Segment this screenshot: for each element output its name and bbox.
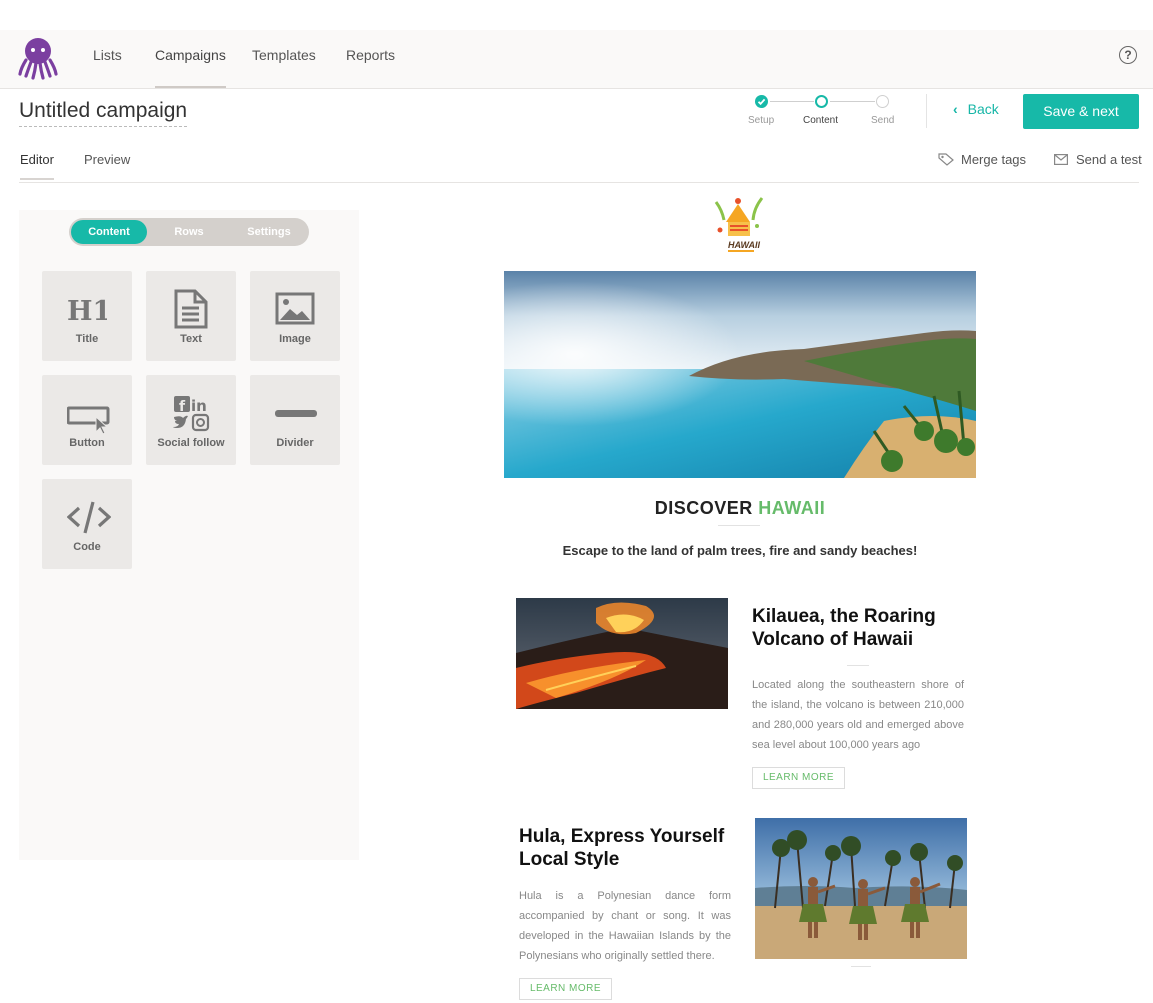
campaign-title[interactable]: Untitled campaign: [19, 98, 188, 127]
h1-icon: H1: [67, 296, 107, 323]
code-icon: [67, 501, 111, 534]
social-icon: f in: [173, 396, 210, 432]
tabs-divider: [19, 182, 1139, 183]
heading-prefix: DISCOVER: [654, 498, 753, 518]
top-navbar: Lists Campaigns Templates Reports ?: [0, 30, 1153, 89]
heading-divider: [718, 525, 760, 526]
send-test-label: Send a test: [1076, 152, 1142, 167]
article-2-body[interactable]: Hula is a Polynesian dance form accompan…: [519, 886, 731, 966]
block-button-label: Button: [69, 437, 105, 449]
volcano-image[interactable]: [516, 598, 728, 709]
segment-rows[interactable]: Rows: [151, 220, 227, 244]
header-divider: [926, 94, 927, 128]
article-1-title[interactable]: Kilauea, the Roaring Volcano of Hawaii: [752, 605, 967, 651]
save-next-button[interactable]: Save & next: [1023, 94, 1139, 129]
merge-tags-label: Merge tags: [961, 152, 1027, 167]
article-1-learn-more-button[interactable]: LEARN MORE: [752, 767, 845, 789]
block-button[interactable]: Button: [42, 375, 132, 465]
segment-content[interactable]: Content: [71, 220, 147, 244]
article-2-title[interactable]: Hula, Express Yourself Local Style: [519, 825, 734, 871]
svg-text:H1: H1: [67, 296, 107, 323]
button-cursor-icon: [67, 406, 110, 435]
block-title[interactable]: H1 Title: [42, 271, 132, 361]
tab-preview[interactable]: Preview: [84, 152, 130, 167]
block-divider[interactable]: Divider: [250, 375, 340, 465]
nav-campaigns[interactable]: Campaigns: [155, 30, 226, 88]
envelope-icon: [1054, 154, 1069, 166]
panel-segmented-control: Content Rows Settings: [69, 218, 309, 246]
logo-text: HAWAII: [728, 240, 761, 250]
block-title-label: Title: [75, 333, 99, 345]
block-image[interactable]: Image: [250, 271, 340, 361]
step-content-label: Content: [803, 115, 839, 126]
step-setup-check-icon[interactable]: [755, 95, 768, 108]
heading-highlight: HAWAII: [758, 498, 826, 518]
hawaii-logo[interactable]: HAWAII: [706, 192, 770, 256]
chevron-left-icon: ‹: [953, 101, 958, 117]
block-code-label: Code: [73, 541, 101, 553]
article-1-body[interactable]: Located along the southeastern shore of …: [752, 675, 964, 755]
nav-lists[interactable]: Lists: [93, 30, 122, 88]
block-divider-label: Divider: [276, 437, 314, 449]
nav-templates[interactable]: Templates: [252, 30, 316, 88]
block-social-follow[interactable]: f in Social follow: [146, 375, 236, 465]
tab-editor[interactable]: Editor: [20, 152, 54, 180]
merge-tags-button[interactable]: Merge tags: [938, 152, 1026, 167]
article-2-divider: [851, 966, 871, 967]
nav-reports[interactable]: Reports: [346, 30, 395, 88]
block-code[interactable]: Code: [42, 479, 132, 569]
step-send-dot[interactable]: [876, 95, 889, 108]
tag-icon: [938, 153, 954, 166]
image-icon: [275, 292, 315, 325]
svg-text:in: in: [191, 397, 207, 415]
step-setup-label: Setup: [748, 115, 775, 126]
article-1-divider: [847, 665, 869, 666]
hula-dancers-image[interactable]: [755, 818, 967, 959]
step-connector: [830, 101, 875, 102]
back-button[interactable]: ‹ Back: [953, 101, 999, 117]
octopus-logo-icon[interactable]: [18, 36, 58, 80]
step-content-dot[interactable]: [815, 95, 828, 108]
block-text[interactable]: Text: [146, 271, 236, 361]
divider-icon: [275, 410, 317, 417]
block-social-follow-label: Social follow: [157, 437, 225, 449]
article-2-learn-more-button[interactable]: LEARN MORE: [519, 978, 612, 1000]
hero-image[interactable]: [504, 271, 976, 478]
step-send-label: Send: [871, 115, 895, 126]
segment-settings[interactable]: Settings: [231, 220, 307, 244]
email-subheading[interactable]: Escape to the land of palm trees, fire a…: [504, 543, 976, 558]
send-test-button[interactable]: Send a test: [1054, 152, 1142, 167]
back-label: Back: [967, 101, 999, 117]
block-text-label: Text: [180, 333, 202, 345]
help-icon[interactable]: ?: [1119, 46, 1137, 64]
document-icon: [174, 289, 208, 329]
svg-text:f: f: [179, 399, 186, 415]
block-image-label: Image: [279, 333, 311, 345]
step-connector: [770, 101, 814, 102]
email-heading[interactable]: DISCOVER HAWAII: [504, 498, 976, 519]
